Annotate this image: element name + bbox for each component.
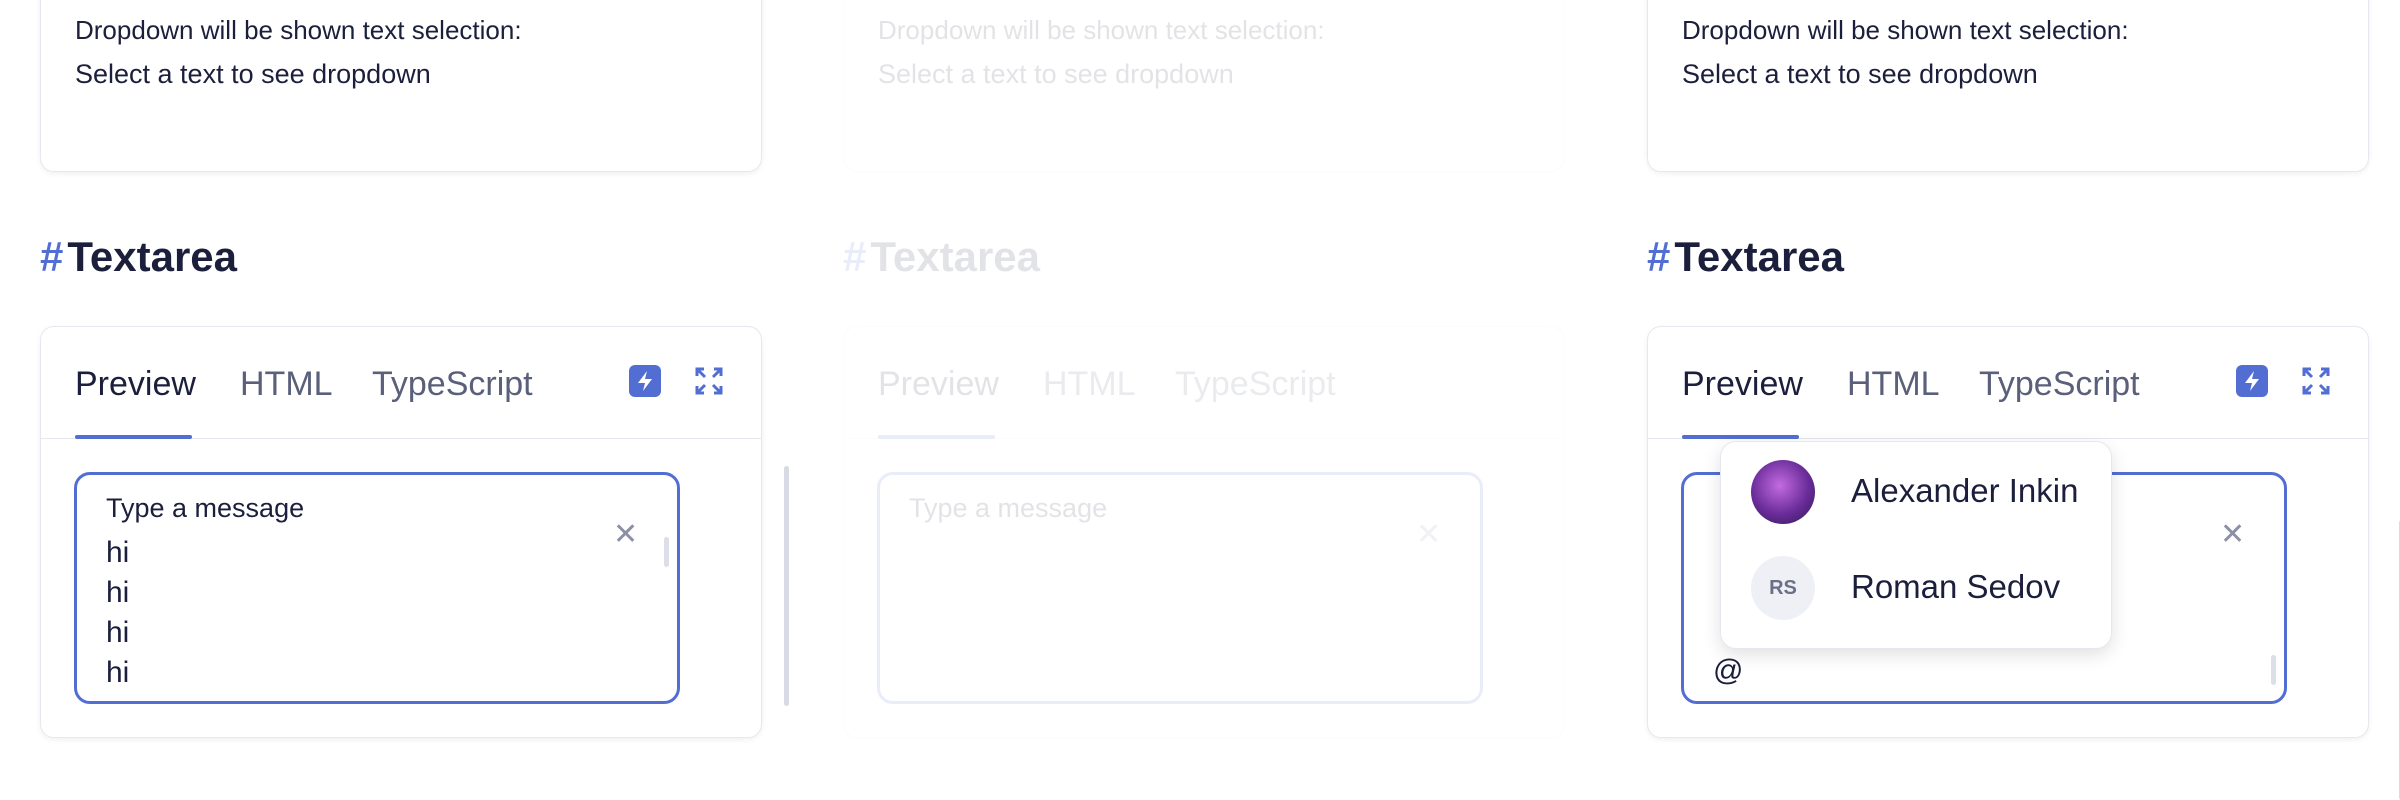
tab-preview[interactable]: Preview xyxy=(75,365,196,404)
active-tab-indicator xyxy=(75,435,192,439)
tab-bar: Preview HTML TypeScript xyxy=(844,327,1564,439)
tab-typescript[interactable]: TypeScript xyxy=(1979,365,2140,404)
message-textarea[interactable]: Type a message hi hi hi hi ✕ xyxy=(74,472,680,704)
selection-hint-text: Dropdown will be shown text selection: xyxy=(1682,15,2129,45)
selection-instruction-text[interactable]: Select a text to see dropdown xyxy=(878,59,1234,90)
textarea-scrollbar[interactable] xyxy=(2271,655,2276,685)
anchor-hash[interactable]: # xyxy=(40,233,63,280)
textarea-line: hi xyxy=(106,656,130,689)
tab-typescript[interactable]: TypeScript xyxy=(1175,365,1336,404)
mention-name: Roman Sedov xyxy=(1851,568,2061,605)
active-tab-indicator xyxy=(1682,435,1799,439)
text-selection-card: Dropdown will be shown text selection: S… xyxy=(843,0,1565,172)
close-icon[interactable]: ✕ xyxy=(2220,517,2245,552)
example-panel-right: Dropdown will be shown text selection: S… xyxy=(1647,0,2400,800)
section-title-text: Textarea xyxy=(1674,233,1845,280)
selection-hint-text: Dropdown will be shown text selection: xyxy=(75,15,522,45)
close-icon[interactable]: ✕ xyxy=(613,517,638,552)
lightning-icon[interactable] xyxy=(629,365,661,397)
section-title: #Textarea xyxy=(1647,233,1844,281)
textarea-label: Type a message xyxy=(106,493,305,523)
avatar: RS xyxy=(1751,556,1815,620)
textarea-line: hi xyxy=(106,536,130,569)
mention-name: Alexander Inkin xyxy=(1851,472,2079,509)
demo-card: Preview HTML TypeScript Type a message ✕ xyxy=(843,326,1565,738)
mention-option-roman-sedov[interactable]: RS Roman Sedov xyxy=(1721,556,2111,636)
example-panel-left: Dropdown will be shown text selection: S… xyxy=(40,0,800,800)
selection-instruction-text[interactable]: Select a text to see dropdown xyxy=(1682,59,2038,90)
example-panel-middle: Dropdown will be shown text selection: S… xyxy=(843,0,1603,800)
textarea-scrollbar[interactable] xyxy=(664,537,669,567)
textarea-line: hi xyxy=(106,616,130,649)
text-selection-card: Dropdown will be shown text selection: S… xyxy=(40,0,762,172)
tab-preview[interactable]: Preview xyxy=(878,365,999,404)
demo-card: Preview HTML TypeScript @ ✕ Alexander In… xyxy=(1647,326,2369,738)
expand-icon[interactable] xyxy=(2300,365,2332,397)
tab-typescript[interactable]: TypeScript xyxy=(372,365,533,404)
message-textarea[interactable]: Type a message ✕ xyxy=(877,472,1483,704)
mention-option-alexander-inkin[interactable]: Alexander Inkin xyxy=(1721,460,2111,540)
text-selection-card: Dropdown will be shown text selection: S… xyxy=(1647,0,2369,172)
section-title: #Textarea xyxy=(843,233,1040,281)
page-scrollbar[interactable] xyxy=(784,466,789,706)
avatar xyxy=(1751,460,1815,524)
tab-html[interactable]: HTML xyxy=(1847,365,1940,404)
section-title-text: Textarea xyxy=(67,233,238,280)
selection-instruction-text[interactable]: Select a text to see dropdown xyxy=(75,59,431,90)
expand-icon[interactable] xyxy=(693,365,725,397)
selection-hint-text: Dropdown will be shown text selection: xyxy=(878,15,1325,45)
active-tab-indicator xyxy=(878,435,995,439)
textarea-line: hi xyxy=(106,576,130,609)
lightning-icon[interactable] xyxy=(2236,365,2268,397)
demo-card: Preview HTML TypeScript Type a message h… xyxy=(40,326,762,738)
close-icon[interactable]: ✕ xyxy=(1416,517,1441,552)
tab-bar: Preview HTML TypeScript xyxy=(41,327,761,439)
anchor-hash[interactable]: # xyxy=(1647,233,1670,280)
mention-trigger: @ xyxy=(1713,654,1744,687)
textarea-content[interactable]: @ xyxy=(1713,651,1743,691)
anchor-hash[interactable]: # xyxy=(843,233,866,280)
tab-bar: Preview HTML TypeScript xyxy=(1648,327,2368,439)
tab-html[interactable]: HTML xyxy=(240,365,333,404)
textarea-label: Type a message xyxy=(909,493,1108,523)
section-title: #Textarea xyxy=(40,233,237,281)
tab-html[interactable]: HTML xyxy=(1043,365,1136,404)
textarea-content[interactable]: hi hi hi hi xyxy=(106,533,129,693)
tab-preview[interactable]: Preview xyxy=(1682,365,1803,404)
mention-dropdown: Alexander Inkin RS Roman Sedov xyxy=(1720,441,2112,649)
section-title-text: Textarea xyxy=(870,233,1041,280)
